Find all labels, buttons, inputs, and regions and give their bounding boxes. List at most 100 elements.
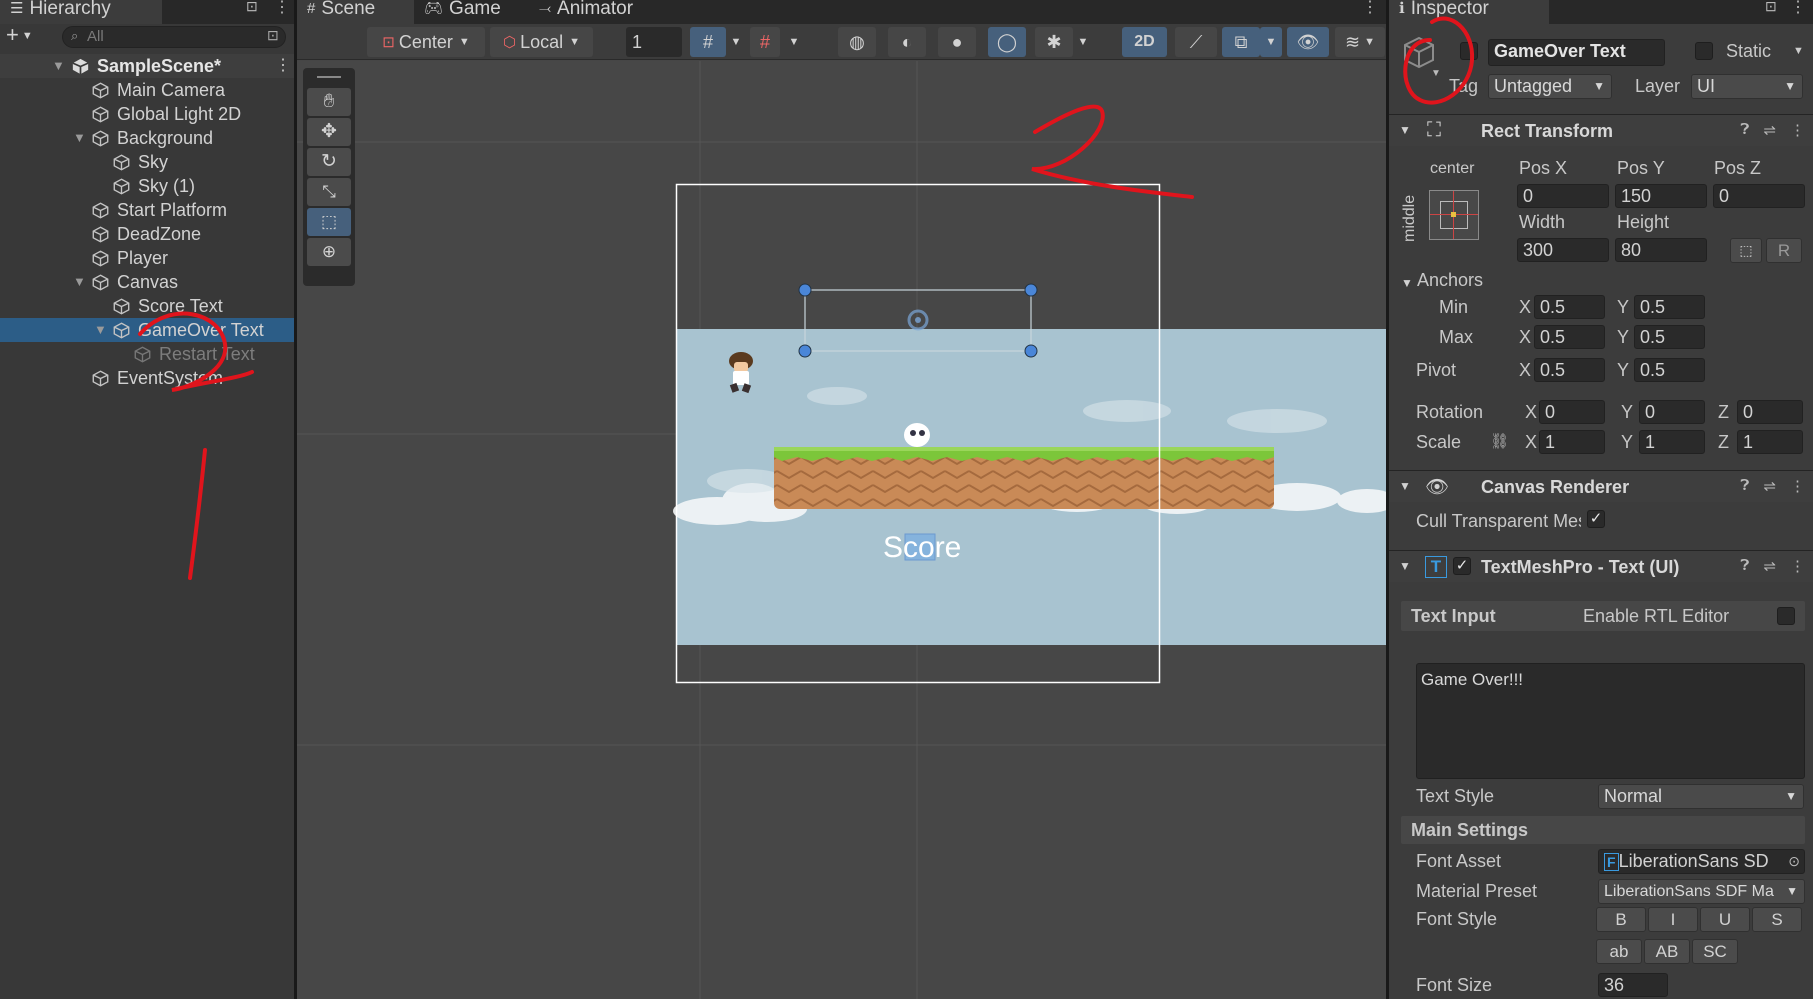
hierarchy-item[interactable]: Sky (1): [0, 174, 294, 198]
active-checkbox[interactable]: [1460, 42, 1478, 60]
scale-tool-button[interactable]: ⤡: [307, 178, 351, 206]
shading-shaded-button[interactable]: ●: [938, 27, 976, 57]
rotation-x-field[interactable]: 0: [1539, 400, 1605, 424]
chevron-down-icon[interactable]: ▼: [1793, 45, 1804, 57]
preset-icon[interactable]: ⇌: [1763, 557, 1776, 575]
tab-inspector[interactable]: ℹ Inspector: [1389, 0, 1549, 24]
scene-viewport[interactable]: Score ✋︎ ✥ ↻ ⤡ ⬚ ⊕: [297, 61, 1386, 999]
hierarchy-item[interactable]: ▼ Canvas: [0, 270, 294, 294]
component-menu-icon[interactable]: ⋮: [1790, 557, 1805, 575]
tag-dropdown[interactable]: Untagged ▼: [1488, 74, 1612, 99]
create-button[interactable]: + ▼: [6, 24, 46, 48]
lighting-toggle-button[interactable]: ⟋: [1175, 27, 1217, 57]
tab-game[interactable]: 🎮︎ Game: [414, 0, 529, 24]
text-input-area[interactable]: Game Over!!!: [1416, 663, 1805, 779]
rotation-y-field[interactable]: 0: [1639, 400, 1705, 424]
hierarchy-item[interactable]: Main Camera: [0, 78, 294, 102]
pos-z-field[interactable]: 0: [1713, 184, 1805, 208]
help-icon[interactable]: ❓︎: [1740, 557, 1749, 575]
rect-transform-header[interactable]: ▼ ⛶ Rect Transform ❓︎ ⇌ ⋮: [1389, 114, 1813, 146]
anchor-max-y-field[interactable]: 0.5: [1634, 325, 1705, 349]
hand-tool-button[interactable]: ✋︎: [307, 88, 351, 116]
smallcaps-button[interactable]: SC: [1692, 939, 1738, 964]
hierarchy-item[interactable]: Restart Text: [0, 342, 294, 366]
bold-button[interactable]: B: [1596, 907, 1646, 932]
scene-panel-menu-icon[interactable]: ⋮: [1362, 0, 1378, 17]
hierarchy-item[interactable]: Sky: [0, 150, 294, 174]
scene-visibility-button[interactable]: 👁︎: [1287, 27, 1329, 57]
preset-icon[interactable]: ⇌: [1763, 477, 1776, 495]
hierarchy-item[interactable]: ▼ Background: [0, 126, 294, 150]
chevron-down-icon[interactable]: ▼: [1431, 68, 1441, 79]
anchor-min-y-field[interactable]: 0.5: [1634, 295, 1705, 319]
tab-animator[interactable]: ⤙ Animator: [529, 0, 689, 24]
cull-transparent-checkbox[interactable]: ✓: [1587, 510, 1605, 528]
layer-dropdown[interactable]: UI ▼: [1691, 74, 1803, 99]
hierarchy-item[interactable]: ▼ GameOver Text: [0, 318, 294, 342]
scale-y-field[interactable]: 1: [1639, 430, 1705, 454]
rotate-tool-button[interactable]: ↻: [307, 148, 351, 176]
tab-hierarchy[interactable]: ☰ Hierarchy: [0, 0, 162, 24]
object-name-field[interactable]: GameOver Text: [1488, 39, 1665, 66]
tab-scene[interactable]: # Scene: [297, 0, 414, 24]
anchor-presets-button[interactable]: [1429, 190, 1479, 240]
hierarchy-item[interactable]: Global Light 2D: [0, 102, 294, 126]
font-size-field[interactable]: 36: [1598, 973, 1668, 997]
help-icon[interactable]: ❓︎: [1740, 477, 1749, 495]
grid-increment-input[interactable]: 1: [626, 27, 682, 57]
scene-effects-dropdown[interactable]: ▼: [1260, 27, 1282, 57]
rect-tool-button[interactable]: ⬚: [307, 208, 351, 236]
move-tool-button[interactable]: ✥: [307, 118, 351, 146]
object-picker-icon[interactable]: ⊙: [1788, 850, 1800, 872]
hierarchy-item[interactable]: DeadZone: [0, 222, 294, 246]
anchor-min-x-field[interactable]: 0.5: [1534, 295, 1605, 319]
expand-arrow-icon[interactable]: ▼: [73, 270, 86, 294]
hierarchy-search[interactable]: ⌕ All ⊡: [62, 26, 286, 48]
canvas-renderer-header[interactable]: ▼ 👁︎ Canvas Renderer ❓︎ ⇌ ⋮: [1389, 470, 1813, 502]
component-menu-icon[interactable]: ⋮: [1790, 477, 1805, 495]
raw-edit-button[interactable]: R: [1766, 238, 1802, 263]
inspector-menu-icon[interactable]: ⋮: [1790, 0, 1806, 17]
anchor-max-x-field[interactable]: 0.5: [1534, 325, 1605, 349]
expand-arrow-icon[interactable]: ▼: [52, 54, 65, 78]
transform-tool-button[interactable]: ⊕: [307, 238, 351, 266]
component-menu-icon[interactable]: ⋮: [1790, 121, 1805, 139]
preset-icon[interactable]: ⇌: [1763, 121, 1776, 139]
panel-divider[interactable]: [1386, 0, 1389, 999]
panel-divider[interactable]: [294, 0, 297, 999]
hierarchy-item[interactable]: Player: [0, 246, 294, 270]
inspector-lock-icon[interactable]: ⊡: [1765, 0, 1777, 15]
scale-z-field[interactable]: 1: [1737, 430, 1803, 454]
expand-arrow-icon[interactable]: ▼: [94, 318, 107, 342]
search-scope-icon[interactable]: ⊡: [267, 27, 279, 44]
help-icon[interactable]: ❓︎: [1740, 121, 1749, 139]
hierarchy-item[interactable]: Score Text: [0, 294, 294, 318]
expand-arrow-icon[interactable]: ▼: [73, 126, 86, 150]
rotation-z-field[interactable]: 0: [1737, 400, 1803, 424]
snap-grid-dropdown[interactable]: ▼: [726, 27, 746, 57]
gizmos-button[interactable]: ≋ ▼: [1335, 27, 1385, 57]
debug-draw-dropdown[interactable]: ▼: [1073, 27, 1093, 57]
pivot-y-field[interactable]: 0.5: [1634, 358, 1705, 382]
hierarchy-item[interactable]: EventSystem: [0, 366, 294, 390]
height-field[interactable]: 80: [1615, 238, 1707, 262]
pos-y-field[interactable]: 150: [1615, 184, 1707, 208]
hierarchy-item[interactable]: Start Platform: [0, 198, 294, 222]
toggle-2d-button[interactable]: 2D: [1122, 27, 1167, 57]
pos-x-field[interactable]: 0: [1517, 184, 1609, 208]
tmp-header[interactable]: ▼ T ✓ TextMeshPro - Text (UI) ❓︎ ⇌ ⋮: [1389, 550, 1813, 582]
shading-wire-button[interactable]: ◍: [838, 27, 876, 57]
material-preset-dropdown[interactable]: LiberationSans SDF Ma ▼: [1598, 879, 1805, 904]
scene-menu-icon[interactable]: ⋮: [275, 54, 291, 78]
panel-lock-icon[interactable]: ⊡: [246, 0, 258, 15]
debug-draw-button[interactable]: ✱: [1035, 27, 1073, 57]
static-checkbox[interactable]: [1695, 42, 1713, 60]
font-asset-field[interactable]: F LiberationSans SD ⊙: [1598, 849, 1805, 874]
snap-grid-button[interactable]: #: [690, 27, 726, 57]
panel-menu-icon[interactable]: ⋮: [274, 0, 290, 17]
scene-effects-button[interactable]: ⧉: [1222, 27, 1260, 57]
increment-snap-button[interactable]: #: [750, 27, 780, 57]
text-style-dropdown[interactable]: Normal ▼: [1598, 784, 1804, 809]
lowercase-button[interactable]: ab: [1596, 939, 1642, 964]
pivot-x-field[interactable]: 0.5: [1534, 358, 1605, 382]
